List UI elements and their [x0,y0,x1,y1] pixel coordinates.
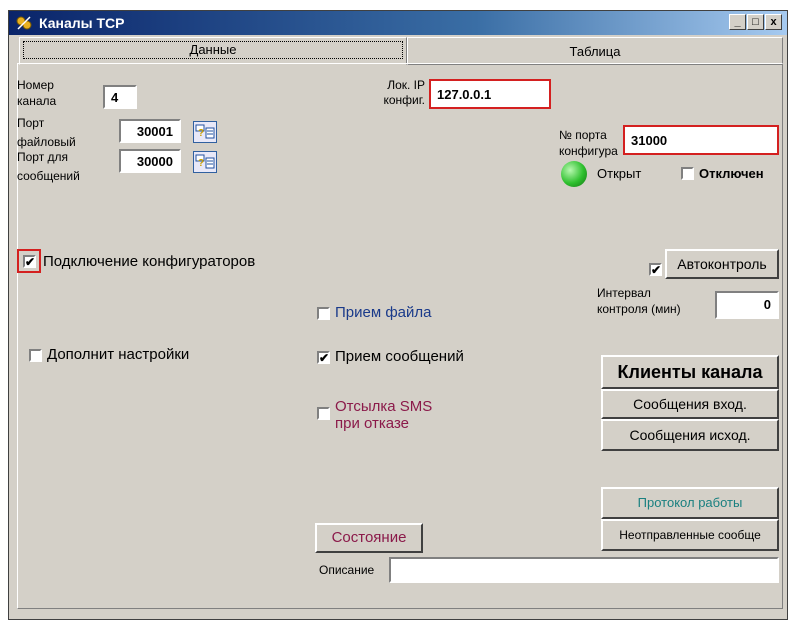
local-ip-field[interactable]: 127.0.0.1 [429,79,551,109]
window-title: Каналы TCP [39,15,125,31]
channel-label-line1: Номер [17,78,54,92]
app-icon [16,16,32,30]
autocontrol-button[interactable]: Автоконтроль [665,249,779,279]
status-open-label: Открыт [597,166,642,181]
file-port-label: Порт файловый [17,117,76,149]
ip-label-line2: конфиг. [383,93,425,107]
ip-label-line1: Лок. IP [387,78,425,92]
msg-port-label: Порт для сообщений [17,151,80,183]
msg-port-field[interactable]: 30000 [119,149,181,173]
config-port-label: № порта конфигура [559,129,618,158]
description-field[interactable] [389,557,779,583]
msg-port-label-line1: Порт для [17,150,69,164]
receive-messages-label: Прием сообщений [335,348,464,365]
description-label: Описание [319,563,375,577]
sms-on-fail-checkbox[interactable] [317,407,330,420]
ip-label: Лок. IP конфиг. [365,79,425,107]
incoming-messages-button[interactable]: Сообщения вход. [601,389,779,419]
tcp-channels-window: Каналы TCP _ □ x Данные Таблица Номер ка… [8,10,788,620]
interval-label: Интервал контроля (мин) [597,287,715,316]
receive-file-checkbox[interactable] [317,307,330,320]
svg-text:?: ? [198,158,204,169]
status-indicator-icon [561,161,587,187]
connect-configurators-checkbox[interactable]: ✔ [23,255,36,268]
unsent-messages-button[interactable]: Неотправленные сообще [601,519,779,551]
extra-settings-label: Дополнит настройки [47,346,190,363]
channel-label-line2: канала [17,94,57,108]
tab-table[interactable]: Таблица [407,37,783,65]
config-port-label-line1: № порта [559,128,607,142]
sms-on-fail-label-line2: при отказе [335,415,410,432]
svg-text:?: ? [198,128,204,139]
msg-port-browse-icon[interactable]: ? [193,151,217,173]
file-port-field[interactable]: 30001 [119,119,181,143]
interval-field[interactable]: 0 [715,291,779,319]
sms-on-fail-label-line1: Отсылка SMS [335,398,433,415]
file-port-label-line2: файловый [17,135,76,149]
minimize-button[interactable]: _ [729,14,746,30]
outgoing-messages-button[interactable]: Сообщения исход. [601,419,779,451]
config-port-label-line2: конфигура [559,144,618,158]
network-config-icon: ? [195,154,215,169]
network-config-icon: ? [195,124,215,139]
channel-label: Номер канала [17,79,56,108]
file-port-browse-icon[interactable]: ? [193,121,217,143]
receive-file-label: Прием файла [335,304,432,321]
file-port-label-line1: Порт [17,116,45,130]
tab-data[interactable]: Данные [19,37,407,65]
autocontrol-checkbox[interactable]: ✔ [649,263,662,276]
receive-messages-checkbox[interactable]: ✔ [317,351,330,364]
interval-label-line2: контроля (мин) [597,302,681,316]
disabled-label: Отключен [699,166,764,181]
connect-configurators-label: Подключение конфигураторов [43,253,256,270]
work-log-button[interactable]: Протокол работы [601,487,779,519]
channel-clients-button[interactable]: Клиенты канала [601,355,779,389]
title-bar[interactable]: Каналы TCP _ □ x [9,11,787,35]
disabled-checkbox[interactable] [681,167,694,180]
channel-number-field[interactable]: 4 [103,85,137,109]
maximize-button[interactable]: □ [747,14,764,30]
interval-label-line1: Интервал [597,286,651,300]
state-button[interactable]: Состояние [315,523,423,553]
tab-data-label: Данные [189,42,237,57]
tab-table-label: Таблица [569,44,621,59]
sms-on-fail-label: Отсылка SMS при отказе [335,399,432,431]
extra-settings-checkbox[interactable] [29,349,42,362]
close-button[interactable]: x [765,14,782,30]
msg-port-label-line2: сообщений [17,169,80,183]
config-port-field[interactable]: 31000 [623,125,779,155]
